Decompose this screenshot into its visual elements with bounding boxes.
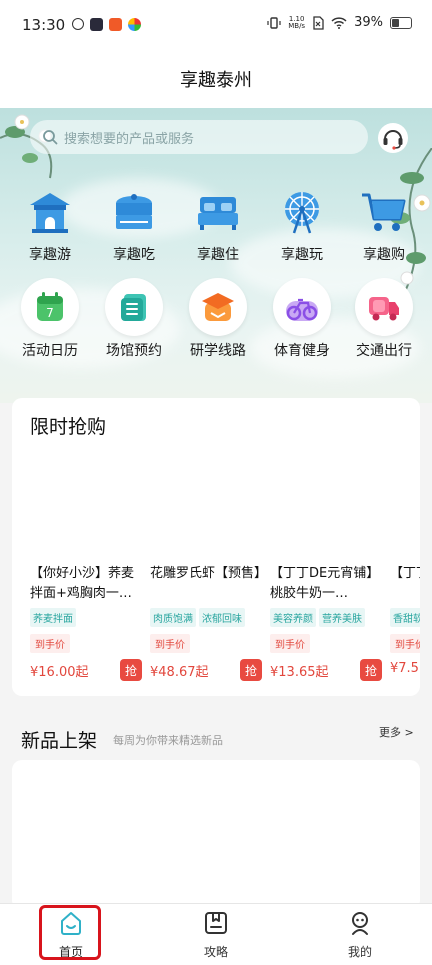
product-name: 【丁丁铺】桃: [390, 566, 420, 581]
category-label: 体育健身: [274, 343, 330, 359]
status-right: 1.10 MB/s 39%: [267, 15, 412, 30]
guide-icon: [205, 912, 227, 934]
home-tab-highlight: [39, 905, 101, 960]
product-name: 【你好小沙】荞麦拌面+鸡胸肉一…: [30, 566, 135, 601]
product-tag: 香甜软: [390, 608, 420, 627]
product-tags: 香甜软: [390, 608, 420, 627]
app-header: 享趣泰州: [0, 50, 432, 108]
flash-sale-title: 限时抢购: [30, 416, 107, 438]
category-label: 享趣游: [29, 247, 71, 263]
sim-off-icon: [313, 15, 324, 30]
gate-icon: [30, 193, 70, 233]
video-app-icon: [90, 18, 103, 31]
category-eat[interactable]: 享趣吃: [92, 184, 176, 264]
product-price: ¥48.67起: [150, 665, 209, 680]
grab-button[interactable]: 抢: [240, 659, 262, 681]
bicycle-icon: [286, 298, 318, 321]
profile-icon: [352, 912, 368, 935]
truck-icon: [369, 297, 399, 321]
tab-label: 我的: [347, 945, 372, 959]
category-shop[interactable]: 享趣购: [342, 184, 426, 264]
price-tag: 到手价: [150, 634, 190, 653]
search-icon: [43, 130, 58, 145]
product-card[interactable]: 【你好小沙】荞麦拌面+鸡胸肉一… 荞麦拌面 到手价 ¥16.00起 抢: [30, 564, 142, 681]
new-arrivals-header: 新品上架 每周为你带来精选新品 更多 >: [0, 718, 432, 758]
product-name: 【丁丁DE元宵铺】桃胶牛奶一…: [270, 566, 380, 601]
cart-icon: [362, 193, 406, 231]
tab-label: 攻略: [203, 945, 228, 959]
ferris-wheel-icon: [285, 192, 319, 234]
more-link[interactable]: 更多 >: [379, 724, 414, 740]
product-card[interactable]: 【丁丁铺】桃 香甜软 到手价 ¥7.5: [390, 564, 420, 681]
new-arrivals-title: 新品上架: [21, 730, 98, 752]
product-price: ¥13.65起: [270, 665, 329, 680]
category-venue[interactable]: 场馆预约: [92, 278, 176, 360]
product-tags: 肉质饱满 浓郁回味: [150, 608, 262, 627]
category-sports[interactable]: 体育健身: [260, 278, 344, 360]
category-stay[interactable]: 享趣住: [176, 184, 260, 264]
grab-button[interactable]: 抢: [120, 659, 142, 681]
tab-guide[interactable]: 攻略: [171, 910, 261, 960]
category-label: 享趣住: [197, 247, 239, 263]
app-notification-icon: [72, 18, 84, 30]
category-label: 研学线路: [190, 343, 246, 359]
venue-icon: [121, 294, 146, 321]
category-label: 活动日历: [22, 343, 78, 359]
category-label: 享趣购: [363, 247, 405, 263]
category-play[interactable]: 享趣玩: [260, 184, 344, 264]
status-time: 13:30: [22, 16, 66, 34]
product-card[interactable]: 花雕罗氏虾【预售】 肉质饱满 浓郁回味 到手价 ¥48.67起 抢: [150, 564, 262, 681]
page-title: 享趣泰州: [180, 70, 252, 91]
product-tag: 营养美肤: [319, 608, 365, 627]
search-placeholder: 搜索想要的产品或服务: [64, 131, 195, 147]
product-tag: 浓郁回味: [199, 608, 245, 627]
product-tag: 荞麦拌面: [30, 608, 76, 627]
category-transport[interactable]: 交通出行: [342, 278, 426, 360]
new-arrivals-card: [12, 760, 420, 910]
grab-button[interactable]: 抢: [360, 659, 382, 681]
steamer-icon: [116, 194, 152, 229]
product-price: ¥16.00起: [30, 665, 89, 680]
notification-icons: [72, 18, 141, 31]
category-calendar[interactable]: 7 活动日历: [8, 278, 92, 360]
price-tag: 到手价: [270, 634, 310, 653]
shopping-app-icon: [109, 18, 122, 31]
vibrate-icon: [267, 16, 281, 29]
net-speed-unit: MB/s: [288, 21, 306, 30]
price-tag: 到手价: [390, 634, 420, 653]
tab-profile[interactable]: 我的: [315, 910, 405, 960]
product-name: 花雕罗氏虾【预售】: [150, 566, 262, 581]
category-label: 交通出行: [356, 343, 412, 359]
category-label: 享趣玩: [281, 247, 323, 263]
battery-percent: 39%: [354, 15, 383, 30]
product-card[interactable]: 【丁丁DE元宵铺】桃胶牛奶一… 美容养颜 营养美肤 到手价 ¥13.65起 抢: [270, 564, 382, 681]
search-bar[interactable]: 搜索想要的产品或服务: [30, 120, 368, 154]
status-bar: 13:30 1.10 MB/s 39%: [0, 0, 432, 50]
new-arrivals-subtitle: 每周为你带来精选新品: [113, 734, 223, 747]
browser-app-icon: [128, 18, 141, 31]
category-tour[interactable]: 享趣游: [8, 184, 92, 264]
hero-banner: 搜索想要的产品或服务 享趣游 享趣吃 享趣住 享趣玩 享趣购 7 活动日历 场馆…: [0, 108, 432, 403]
product-tag: 美容养颜: [270, 608, 316, 627]
product-tags: 荞麦拌面: [30, 608, 142, 627]
calendar-icon: 7: [37, 292, 63, 321]
product-tags: 美容养颜 营养美肤: [270, 608, 382, 627]
net-speed: 1.10 MB/s: [288, 15, 306, 30]
category-study-route[interactable]: 研学线路: [176, 278, 260, 360]
category-label: 场馆预约: [106, 343, 162, 359]
bed-icon: [198, 197, 238, 230]
wifi-icon: [331, 16, 347, 29]
price-tag: 到手价: [30, 634, 70, 653]
calendar-badge: 7: [46, 306, 54, 320]
product-price: ¥7.5: [390, 661, 419, 676]
customer-service-icon[interactable]: [377, 122, 409, 154]
product-tag: 肉质饱满: [150, 608, 196, 627]
category-label: 享趣吃: [113, 247, 155, 263]
graduation-cap-icon: [202, 293, 234, 321]
battery-icon: [390, 16, 412, 29]
flash-sale-section: 限时抢购 【你好小沙】荞麦拌面+鸡胸肉一… 荞麦拌面 到手价 ¥16.00起 抢…: [12, 398, 420, 696]
